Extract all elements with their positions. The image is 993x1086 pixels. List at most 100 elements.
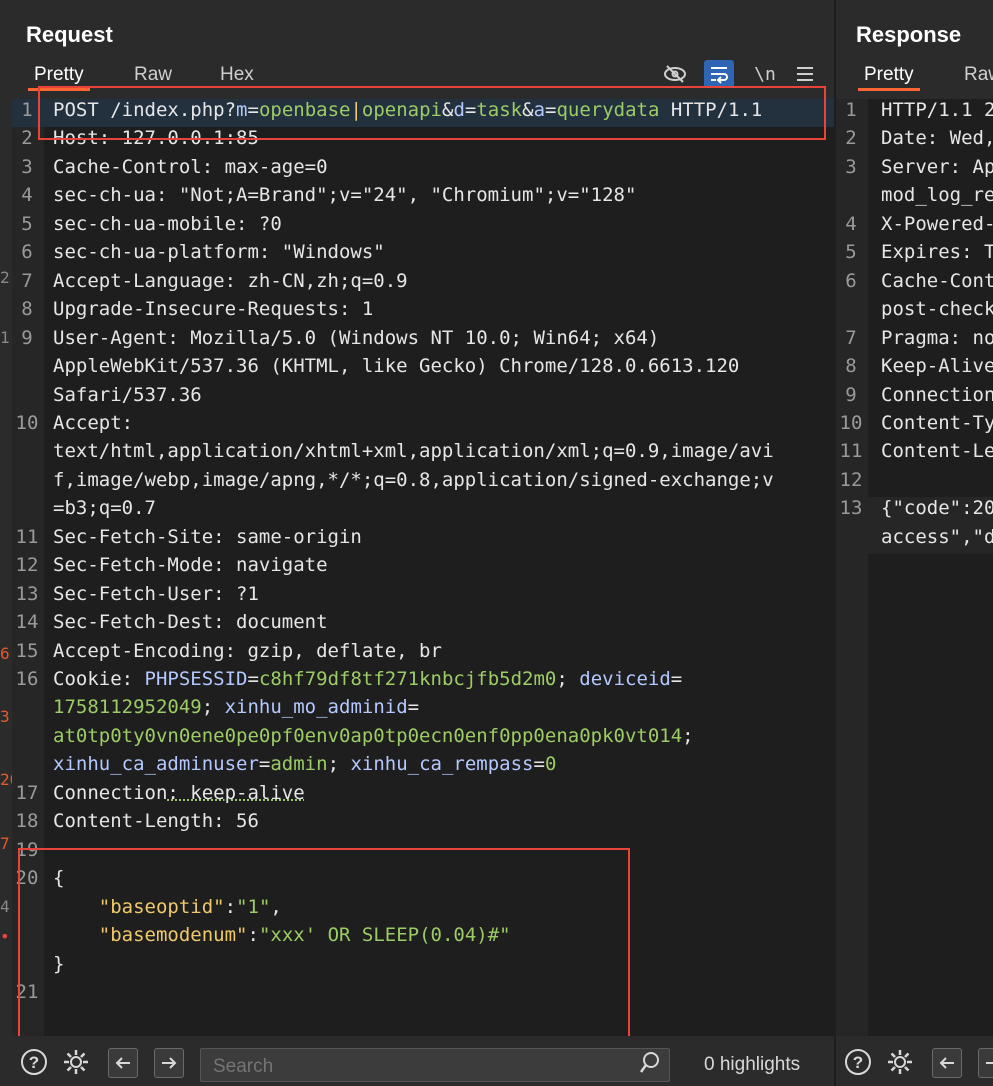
code-token: xinhu_ca_adminuser [53, 753, 259, 776]
tab-hex[interactable]: Hex [220, 64, 254, 86]
line-number: 5 [845, 241, 857, 264]
code-text: Connection: keep-alive [53, 782, 305, 804]
newline-icon[interactable]: \n [750, 60, 780, 88]
previous-arrow-icon[interactable] [108, 1048, 138, 1078]
code-token: : document [213, 611, 328, 634]
code-line: 15 Accept-Encoding: gzip, deflate, br [12, 640, 834, 668]
code-token: text/html,application/xhtml+xml,applicat… [53, 440, 774, 463]
line-number: 3 [21, 155, 33, 178]
tab-raw[interactable]: Raw [134, 64, 172, 86]
code-token: Accept [53, 411, 122, 434]
code-line: 4 sec-ch-ua: "Not;A=Brand";v="24", "Chrom… [12, 184, 834, 212]
code-text: Date: Wed, [881, 127, 993, 150]
code-token: ; [327, 753, 351, 776]
edge-marker: 4 [0, 897, 10, 916]
code-text: sec-ch-ua: "Not;A=Brand";v="24", "Chromi… [53, 184, 636, 206]
search-input[interactable] [211, 1053, 615, 1081]
code-text: {"code":20 [881, 497, 993, 520]
edge-marker: 1 [0, 328, 10, 347]
code-text: Sec-Fetch-Site: same-origin [53, 526, 362, 548]
tab-pretty[interactable]: Pretty [858, 64, 920, 91]
code-line: post-check [836, 298, 993, 326]
line-number: 6 [21, 241, 33, 264]
highlight-box-request-line [38, 86, 826, 140]
code-token: admin [270, 753, 328, 776]
code-token: 1758112952049 [53, 696, 202, 719]
code-line: 16 Cookie: PHPSESSID=c8hf79df8tf271knbcjf… [12, 668, 834, 696]
code-line: 14 Sec-Fetch-Dest: document [12, 611, 834, 639]
search-box [200, 1048, 670, 1082]
previous-arrow-icon[interactable] [932, 1048, 962, 1078]
response-title: Response [856, 22, 962, 47]
next-arrow-icon[interactable] [154, 1048, 184, 1078]
line-number: 10 [839, 411, 863, 434]
line-number: 8 [21, 298, 33, 321]
code-token: = [670, 668, 683, 690]
line-number: 9 [21, 326, 33, 349]
line-number: 5 [21, 212, 33, 235]
code-line: 17 Connection: keep-alive [12, 782, 834, 810]
code-text: HTTP/1.1 2 [881, 99, 993, 121]
line-number: 18 [15, 810, 39, 833]
code-text: sec-ch-ua-mobile: ?0 [53, 213, 282, 235]
code-line: 9 User-Agent: Mozilla/5.0 (Windows NT 10.… [12, 327, 834, 355]
code-token: AppleWebKit/537.36 (KHTML, like Gecko) C… [53, 355, 740, 378]
response-editor[interactable]: 1 HTTP/1.1 2 2 Date: Wed, 3 Server: Ap mod_log… [836, 99, 993, 1036]
code-line: 13 Sec-Fetch-User: ?1 [12, 583, 834, 611]
code-token: Cookie [53, 668, 122, 690]
code-text: Cache-Cont [881, 269, 993, 292]
help-icon[interactable]: ? [20, 1048, 48, 1076]
wrap-icon[interactable] [704, 60, 734, 88]
response-panel: Response Pretty Raw 1 HTTP/1.1 2 2 Date: We… [836, 0, 993, 1086]
code-text: Server: Ap [881, 155, 993, 178]
code-line: 13 {"code":20 [836, 497, 993, 526]
code-token: sec-ch-ua-mobile [53, 212, 237, 235]
search-icon[interactable] [639, 1051, 661, 1081]
code-text: AppleWebKit/537.36 (KHTML, like Gecko) C… [53, 355, 739, 377]
request-panel: Request Pretty Raw Hex \n 1 POST /index.p… [12, 0, 834, 1086]
code-token: : zh-CN,zh;q=0.9 [224, 269, 408, 292]
code-token: : ?0 [236, 212, 282, 235]
code-token: at0tp0ty0vn0ene0pe0pf0env0ap0tp0ecn0enf0… [53, 724, 683, 747]
code-line: 1758112952049; xinhu_mo_adminid= [12, 696, 834, 724]
code-token: : max-age=0 [201, 155, 328, 178]
code-text: Connection [881, 383, 993, 406]
settings-gear-icon[interactable] [62, 1048, 90, 1076]
left-edge-strip: 2 1 6 3 20 7 4 • [0, 0, 19, 1086]
settings-gear-icon[interactable] [886, 1048, 914, 1076]
code-token: Content-Length [53, 810, 214, 833]
tab-pretty[interactable]: Pretty [28, 64, 90, 91]
line-number: 12 [839, 468, 863, 491]
edge-marker: 2 [0, 268, 10, 287]
code-line: 6 sec-ch-ua-platform: "Windows" [12, 241, 834, 269]
code-token: = [533, 753, 545, 776]
next-arrow-icon[interactable] [978, 1048, 993, 1078]
highlights-count: 0 highlights [704, 1054, 801, 1075]
code-text: Content-Le [881, 440, 993, 463]
code-token: PHPSESSID [144, 668, 248, 690]
code-token: ; [556, 668, 580, 690]
code-token: : "Not;A=Brand";v="24", "Chromium";v="12… [155, 184, 637, 207]
code-line: Safari/537.36 [12, 384, 834, 412]
line-number: 17 [15, 781, 39, 804]
code-token: sec-ch-ua [53, 184, 156, 207]
eye-slash-icon[interactable] [660, 60, 690, 88]
code-token: Accept-Language [53, 269, 225, 292]
code-token: 0 [544, 753, 557, 776]
code-line: 11 Content-Le [836, 440, 993, 468]
line-number: 11 [839, 440, 863, 463]
code-line: xinhu_ca_adminuser=admin; xinhu_ca_rempa… [12, 753, 834, 781]
code-token: : navigate [213, 554, 328, 577]
code-text: 1758112952049; xinhu_mo_adminid= [53, 696, 419, 718]
svg-text:?: ? [853, 1053, 863, 1072]
code-line: 1 HTTP/1.1 2 [836, 99, 993, 127]
code-token: = [247, 668, 259, 690]
code-line: 8 Upgrade-Insecure-Requests: 1 [12, 298, 834, 326]
code-token: f,image/webp,image/apng,*/*;q=0.8,applic… [53, 468, 774, 491]
edge-marker: • [0, 927, 10, 946]
code-text: Accept-Encoding: gzip, deflate, br [53, 640, 442, 662]
menu-icon[interactable] [790, 60, 820, 88]
tab-raw[interactable]: Raw [964, 64, 993, 86]
code-text: mod_log_re [881, 184, 993, 207]
help-icon[interactable]: ? [844, 1048, 872, 1076]
